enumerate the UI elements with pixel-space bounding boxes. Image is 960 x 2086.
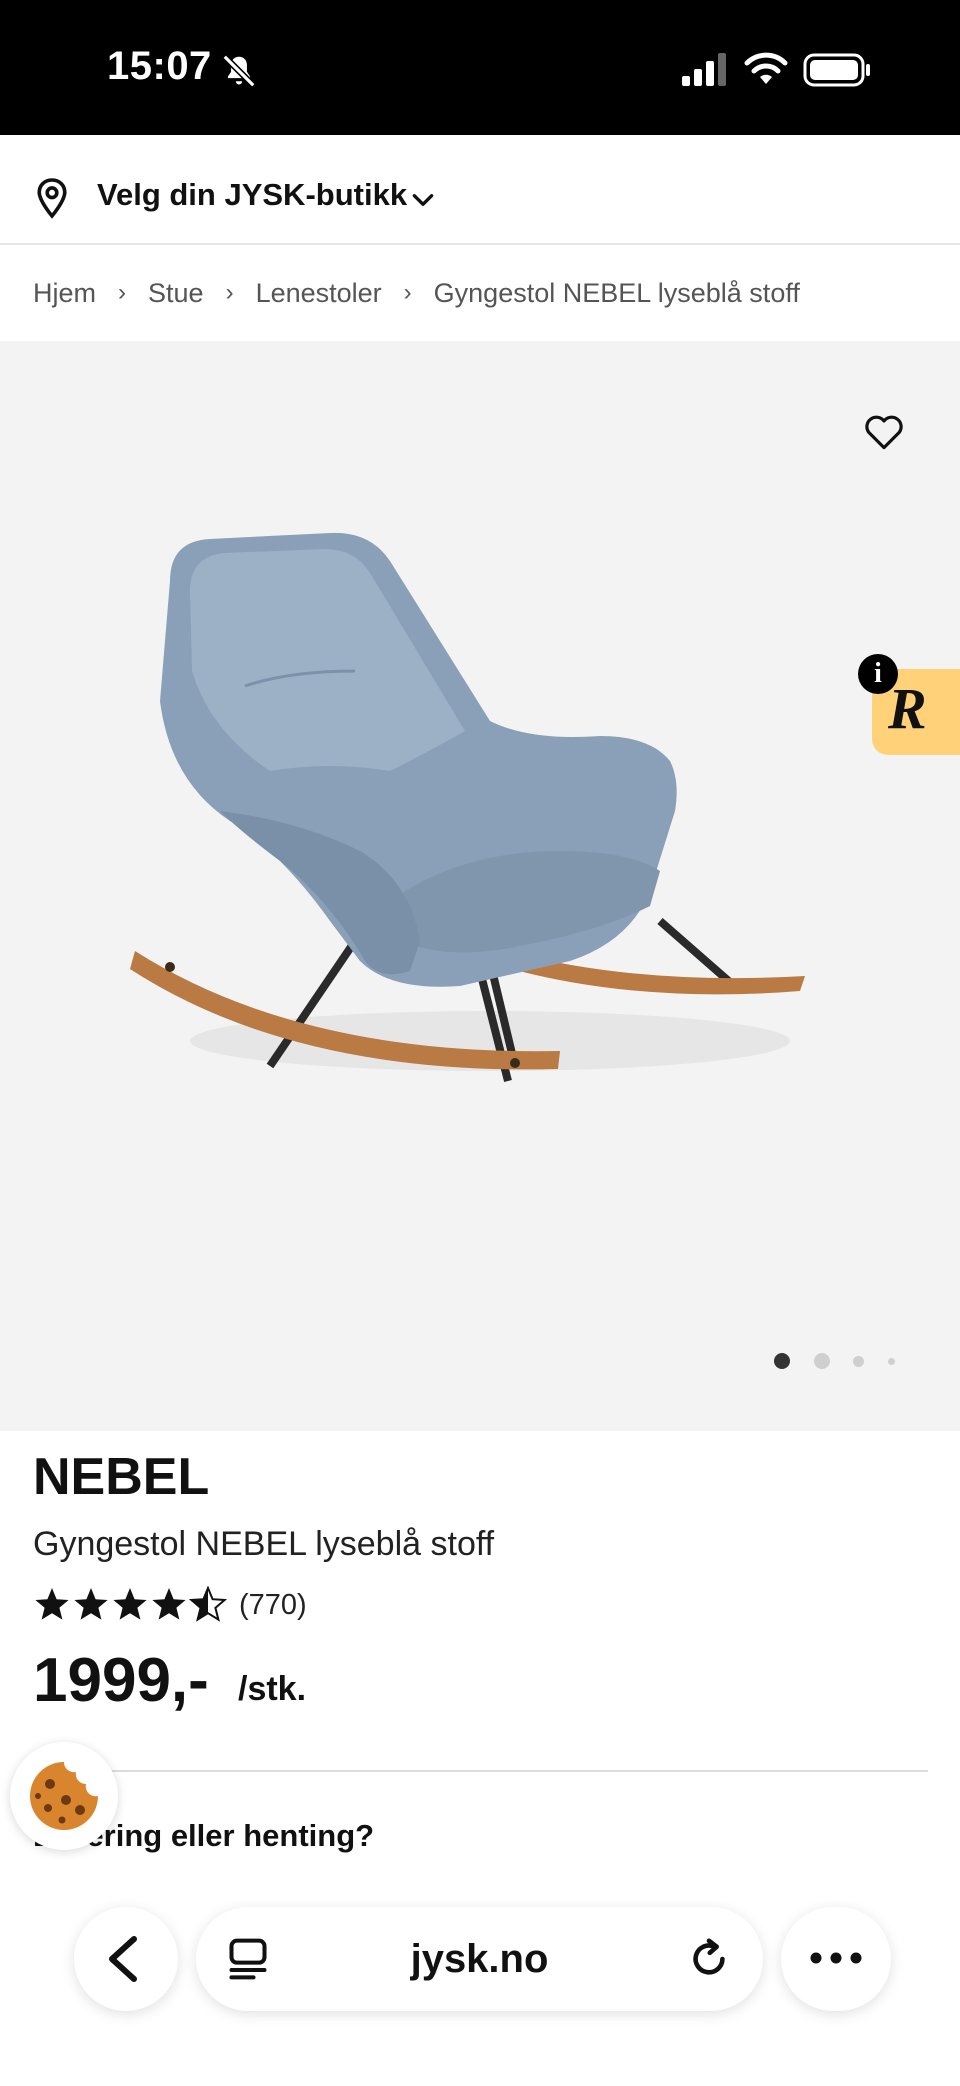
cookie-settings-button[interactable] <box>10 1742 118 1850</box>
store-selector-label: Velg din JYSK-butikk <box>97 177 408 212</box>
rocking-chair-image <box>130 532 805 1082</box>
product-brand: NEBEL <box>33 1448 210 1506</box>
info-icon[interactable]: i <box>858 654 898 694</box>
store-selector[interactable]: Velg din JYSK-butikk <box>0 135 960 245</box>
bell-slash-icon <box>222 54 256 88</box>
chevron-right-icon: › <box>118 279 127 306</box>
status-time: 15:07 <box>107 44 212 88</box>
breadcrumb-item-stue[interactable]: Stue <box>148 278 204 309</box>
product-price: 1999,- <box>33 1646 209 1715</box>
wifi-icon <box>744 52 788 84</box>
price-unit: /stk. <box>238 1670 307 1708</box>
carousel-dot[interactable] <box>853 1356 864 1367</box>
ellipsis-icon <box>810 1952 862 1964</box>
status-bar: 15:07 <box>0 0 960 135</box>
heart-icon[interactable] <box>863 411 905 451</box>
star-rating-icon <box>35 1587 226 1621</box>
reload-icon[interactable] <box>686 1935 732 1983</box>
cookie-icon <box>30 1762 98 1830</box>
carousel-dot[interactable] <box>814 1353 830 1369</box>
browser-toolbar: jysk.no <box>0 1880 960 2086</box>
chevron-down-icon <box>412 194 434 206</box>
breadcrumb-item-hjem[interactable]: Hjem <box>33 278 96 309</box>
chevron-right-icon: › <box>403 279 412 306</box>
breadcrumb-item-current: Gyngestol NEBEL lyseblå stoff <box>433 277 800 308</box>
more-options-button[interactable] <box>781 1907 891 2011</box>
review-count[interactable]: (770) <box>239 1589 307 1622</box>
breadcrumb: Hjem › Stue › Lenestoler › Gyngestol NEB… <box>0 245 960 341</box>
back-button[interactable] <box>74 1907 178 2011</box>
chevron-left-icon <box>109 1936 137 1982</box>
breadcrumb-item-lenestoler[interactable]: Lenestoler <box>256 278 382 309</box>
section-divider <box>33 1770 928 1772</box>
product-image-gallery[interactable]: R i <box>0 341 960 1431</box>
address-bar-url: jysk.no <box>410 1937 549 1981</box>
battery-icon <box>803 53 870 87</box>
carousel-dot[interactable] <box>888 1358 895 1365</box>
carousel-dot-active[interactable] <box>774 1353 790 1369</box>
map-pin-icon <box>37 178 67 219</box>
address-bar[interactable]: jysk.no <box>196 1907 763 2011</box>
product-rating[interactable]: (770) <box>33 1585 307 1625</box>
chevron-right-icon: › <box>225 279 234 306</box>
cellular-signal-icon <box>682 53 726 86</box>
product-name: Gyngestol NEBEL lyseblå stoff <box>33 1525 495 1563</box>
